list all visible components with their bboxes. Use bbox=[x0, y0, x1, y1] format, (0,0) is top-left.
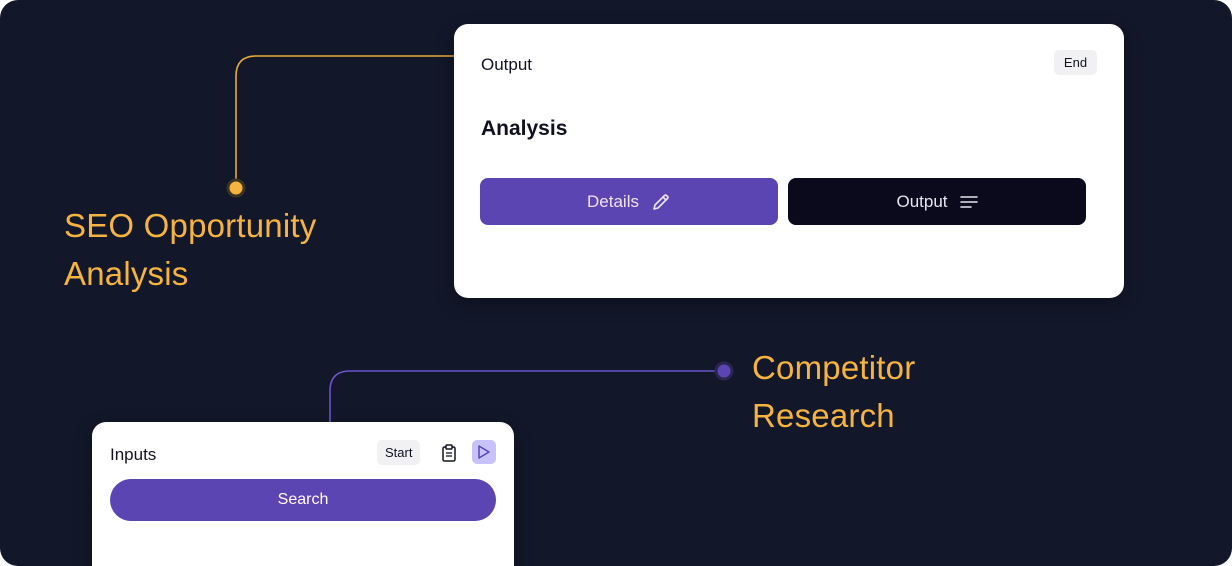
seo-analysis-label: SEO Opportunity Analysis bbox=[64, 207, 317, 292]
search-button[interactable]: Search bbox=[110, 479, 496, 521]
details-button-label: Details bbox=[587, 191, 639, 211]
connector-competitor-inputs bbox=[329, 370, 724, 424]
output-node-title: Output bbox=[481, 55, 533, 74]
clipboard-icon[interactable] bbox=[437, 441, 461, 465]
start-badge: Start bbox=[377, 440, 421, 465]
inputs-node-card[interactable]: Inputs Start Search bbox=[92, 422, 514, 566]
connector-dot-competitor bbox=[714, 361, 734, 381]
analysis-heading: Analysis bbox=[481, 117, 568, 140]
details-button[interactable]: Details bbox=[480, 178, 778, 225]
inputs-node-title: Inputs bbox=[110, 445, 157, 464]
pencil-icon bbox=[653, 193, 669, 210]
output-node-card[interactable]: Output End Analysis Details Output bbox=[454, 24, 1124, 298]
search-button-label: Search bbox=[277, 491, 329, 508]
connector-dot-seo bbox=[226, 178, 246, 198]
output-button[interactable]: Output bbox=[788, 178, 1086, 225]
lines-icon bbox=[959, 195, 978, 208]
end-badge: End bbox=[1054, 50, 1097, 75]
output-button-label: Output bbox=[896, 191, 948, 211]
competitor-research-label: Competitor Research bbox=[752, 349, 916, 434]
workflow-canvas: SEO Opportunity Analysis Competitor Rese… bbox=[0, 0, 1232, 566]
connector-seo-output bbox=[235, 55, 456, 188]
play-icon[interactable] bbox=[472, 440, 496, 464]
